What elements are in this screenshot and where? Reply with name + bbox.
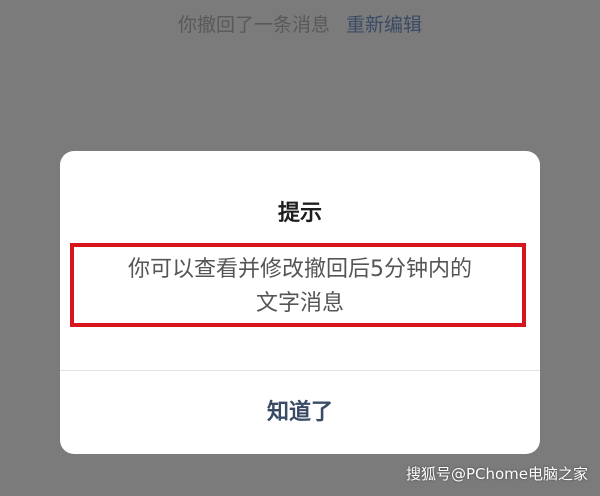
recall-notice-text: 你撤回了一条消息 xyxy=(177,14,330,36)
recall-notice: 你撤回了一条消息 重新编辑 xyxy=(0,10,600,40)
reedit-link[interactable]: 重新编辑 xyxy=(346,14,422,36)
dialog-message: 你可以查看并修改撤回后5分钟内的 文字消息 xyxy=(60,253,540,321)
dialog-message-line-1: 你可以查看并修改撤回后5分钟内的 xyxy=(128,257,472,282)
confirm-button[interactable]: 知道了 xyxy=(60,371,540,454)
dialog-message-line-2: 文字消息 xyxy=(255,291,344,316)
watermark: 搜狐号@PChome电脑之家 xyxy=(405,465,588,483)
dialog-title: 提示 xyxy=(277,201,322,226)
